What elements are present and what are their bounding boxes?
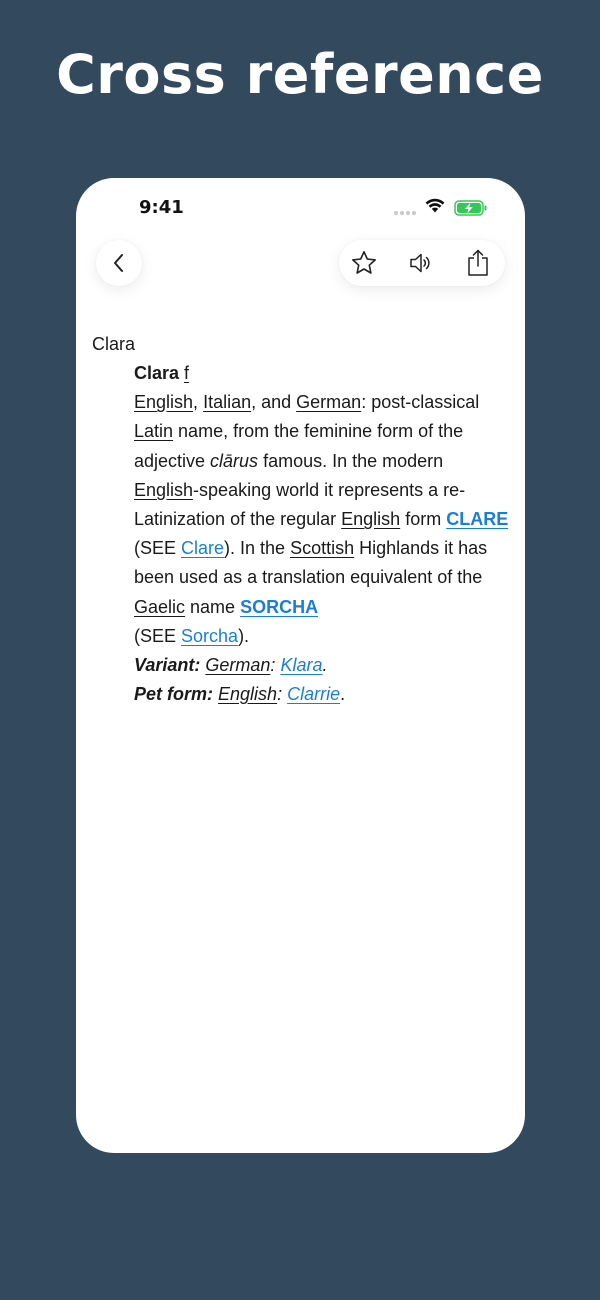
cross-ref-sorcha[interactable]: SORCHA — [240, 597, 318, 617]
entry-title: Clara — [92, 334, 136, 354]
etymon: clārus — [210, 450, 259, 471]
text: : post-classical — [361, 392, 480, 413]
text: (SEE — [134, 538, 182, 559]
pet-lang-link[interactable]: English — [218, 684, 277, 704]
share-icon — [468, 249, 488, 276]
wifi-icon — [425, 198, 445, 213]
chevron-left-icon — [114, 254, 123, 272]
text: , — [193, 392, 204, 413]
text: : — [277, 684, 283, 705]
lang-link-italian[interactable]: Italian — [203, 392, 251, 412]
cellular-signal-icon — [394, 211, 418, 215]
cross-ref-clare[interactable]: CLARE — [446, 509, 508, 529]
entry-body: Clara f English, Italian, and German: po… — [134, 359, 512, 709]
gender-link[interactable]: f — [184, 363, 189, 383]
toolbar-actions — [339, 240, 505, 286]
entry-headword: Clara — [134, 363, 180, 383]
text: name — [185, 596, 241, 617]
text: , and — [251, 392, 297, 413]
text: ). In the — [224, 538, 291, 559]
battery-charging-icon — [454, 200, 487, 216]
dictionary-entry: Clara Clara f English, Italian, and Germ… — [92, 330, 512, 709]
see-link-sorcha[interactable]: Sorcha — [181, 626, 238, 646]
text: : — [270, 655, 276, 676]
promo-headline: Cross reference — [56, 43, 544, 106]
speaker-icon — [410, 253, 430, 273]
text: famous. In the modern — [258, 450, 444, 471]
entry-headword-line: Clara f — [134, 359, 512, 388]
lang-link-english[interactable]: English — [134, 392, 193, 412]
text: (SEE — [134, 625, 182, 646]
pronounce-button[interactable] — [398, 240, 444, 286]
text: . — [322, 655, 328, 676]
variant-line: Variant: German: Klara. — [134, 651, 512, 680]
variant-link-klara[interactable]: Klara — [280, 655, 322, 675]
pet-form-label: Pet form: — [134, 684, 214, 705]
lang-link-english-3[interactable]: English — [341, 509, 400, 529]
see-link-clare[interactable]: Clare — [181, 538, 224, 558]
share-button[interactable] — [455, 240, 501, 286]
variant-label: Variant: — [134, 655, 201, 676]
text: . — [340, 684, 346, 705]
entry-definition: English, Italian, and German: post-class… — [134, 388, 512, 651]
variant-lang-link[interactable]: German — [205, 655, 270, 675]
back-button[interactable] — [96, 240, 142, 286]
lang-link-latin[interactable]: Latin — [134, 421, 173, 441]
pet-link-clarrie[interactable]: Clarrie — [287, 684, 340, 704]
text: ). — [238, 625, 250, 646]
pet-form-line: Pet form: English: Clarrie. — [134, 680, 512, 709]
status-time: 9:41 — [139, 197, 184, 218]
favorite-button[interactable] — [341, 240, 387, 286]
text: form — [400, 509, 447, 530]
phone-screen: 9:41 Clara Clara f English, Italian, and… — [76, 178, 525, 1153]
lang-link-scottish[interactable]: Scottish — [290, 538, 354, 558]
lang-link-english-2[interactable]: English — [134, 480, 193, 500]
star-icon — [352, 251, 376, 274]
lang-link-german[interactable]: German — [296, 392, 361, 412]
lang-link-gaelic[interactable]: Gaelic — [134, 597, 185, 617]
